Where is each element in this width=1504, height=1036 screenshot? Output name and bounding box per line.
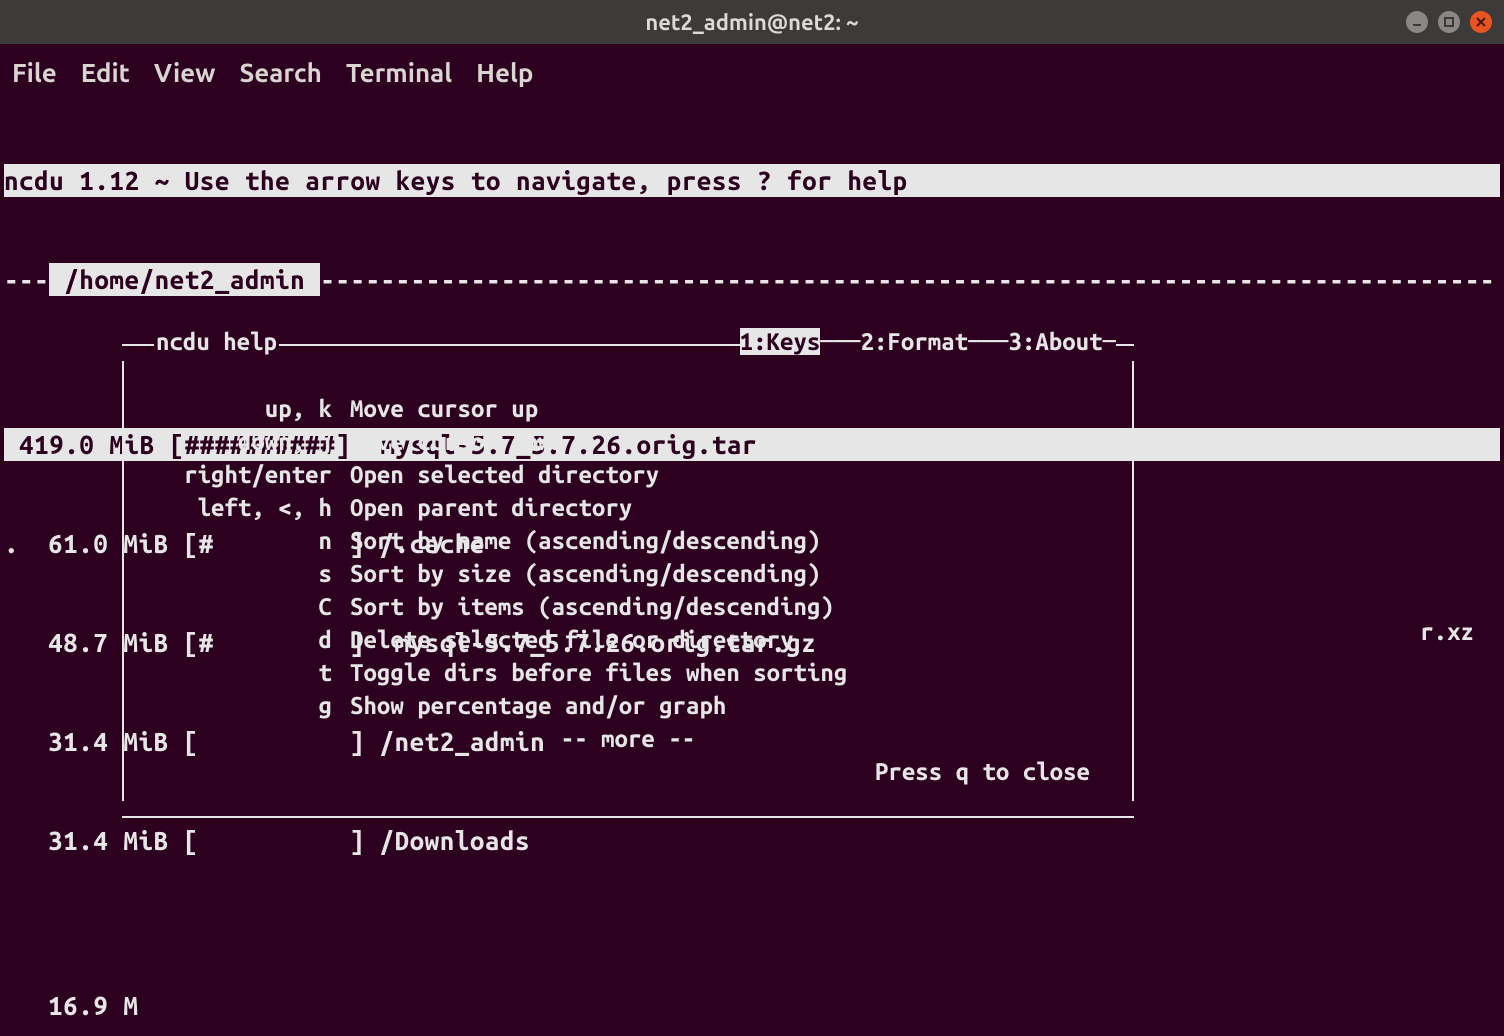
help-line: dDelete selected file or directory bbox=[142, 626, 1114, 659]
titlebar: net2_admin@net2: ~ bbox=[0, 0, 1504, 44]
menubar: File Edit View Search Terminal Help bbox=[0, 44, 1504, 90]
help-line: gShow percentage and/or graph bbox=[142, 692, 1114, 725]
help-line: tToggle dirs before files when sorting bbox=[142, 659, 1114, 692]
tab-keys[interactable]: 1:Keys bbox=[740, 328, 821, 355]
close-button[interactable] bbox=[1470, 11, 1492, 33]
menu-terminal[interactable]: Terminal bbox=[346, 58, 452, 87]
tab-about[interactable]: 3:About bbox=[1008, 328, 1102, 355]
tab-format[interactable]: 2:Format bbox=[861, 328, 969, 355]
help-more[interactable]: -- more -- bbox=[142, 725, 1114, 758]
ncdu-header: ncdu 1.12 ~ Use the arrow keys to naviga… bbox=[4, 164, 1500, 197]
menu-file[interactable]: File bbox=[12, 58, 57, 87]
filename-fragment: r.xz bbox=[1420, 618, 1474, 645]
help-line: down, jMove cursor down bbox=[142, 428, 1114, 461]
window-title: net2_admin@net2: ~ bbox=[645, 10, 858, 35]
help-line: up, kMove cursor up bbox=[142, 395, 1114, 428]
table-row[interactable]: 16.9 M bbox=[4, 989, 1500, 1022]
help-tabs: 1:Keys───2:Format───3:About─ bbox=[740, 328, 1116, 355]
help-line: right/enterOpen selected directory bbox=[142, 461, 1114, 494]
help-close-hint: Press q to close bbox=[142, 758, 1114, 791]
menu-help[interactable]: Help bbox=[476, 58, 533, 87]
help-line: sSort by size (ascending/descending) bbox=[142, 560, 1114, 593]
menu-view[interactable]: View bbox=[154, 58, 216, 87]
maximize-button[interactable] bbox=[1438, 11, 1460, 33]
menu-search[interactable]: Search bbox=[239, 58, 321, 87]
help-title: ncdu help bbox=[154, 328, 279, 355]
window-controls bbox=[1406, 11, 1492, 33]
help-line: CSort by items (ascending/descending) bbox=[142, 593, 1114, 626]
help-dialog: ncdu help 1:Keys───2:Format───3:About─ u… bbox=[122, 328, 1134, 834]
menu-edit[interactable]: Edit bbox=[81, 58, 130, 87]
minimize-button[interactable] bbox=[1406, 11, 1428, 33]
ncdu-path: --- /home/net2_admin -------------------… bbox=[4, 263, 1500, 296]
help-line: nSort by name (ascending/descending) bbox=[142, 527, 1114, 560]
help-line: left, <, hOpen parent directory bbox=[142, 494, 1114, 527]
